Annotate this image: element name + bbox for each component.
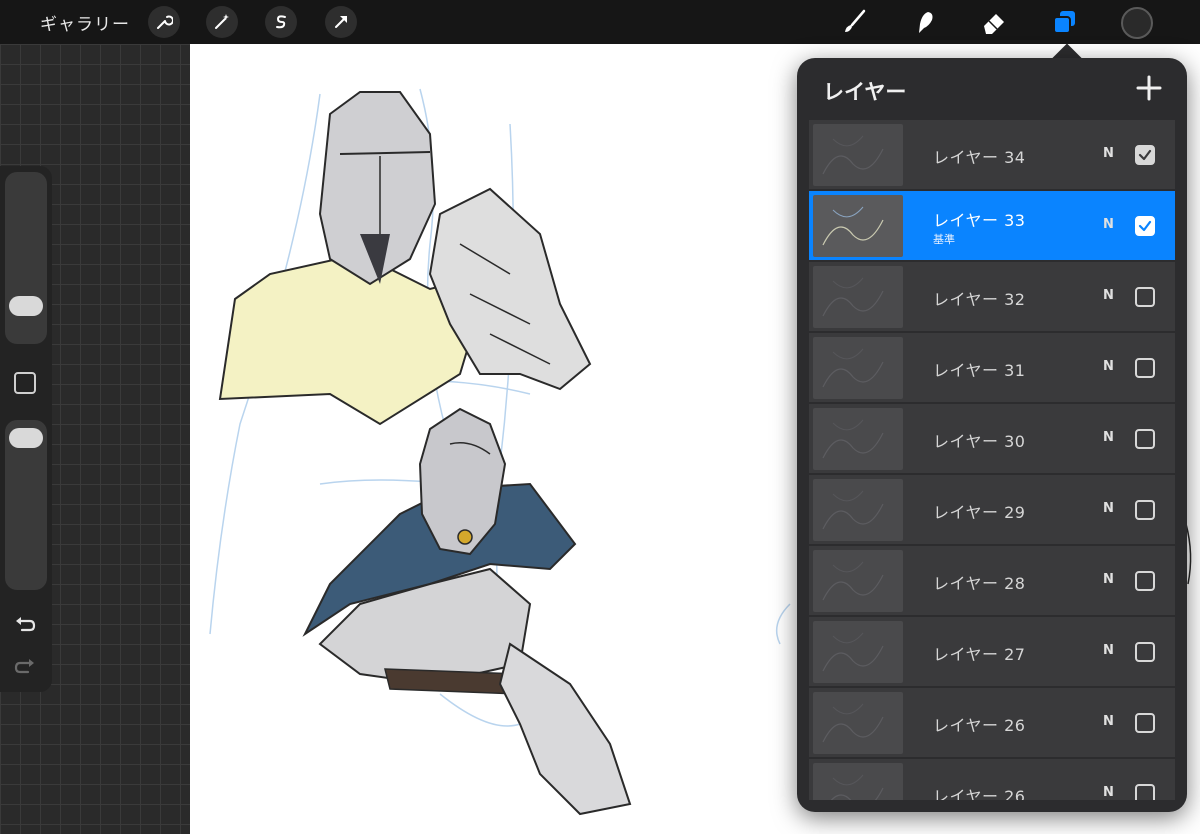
layer-thumbnail bbox=[813, 337, 903, 399]
layer-thumbnail bbox=[813, 479, 903, 541]
top-toolbar: ギャラリー bbox=[0, 0, 1200, 44]
blend-mode-button[interactable]: N bbox=[1103, 572, 1114, 587]
layer-thumbnail bbox=[813, 692, 903, 754]
brush-icon[interactable] bbox=[836, 4, 872, 40]
visibility-checkbox[interactable] bbox=[1135, 145, 1155, 165]
layer-name: レイヤー 34 bbox=[933, 148, 1026, 167]
visibility-checkbox[interactable] bbox=[1135, 216, 1155, 236]
layer-thumbnail bbox=[813, 195, 903, 257]
blend-mode-button[interactable]: N bbox=[1103, 217, 1114, 232]
layer-row[interactable]: レイヤー 30 N bbox=[809, 404, 1175, 474]
blend-mode-button[interactable]: N bbox=[1103, 714, 1114, 729]
brush-size-thumb[interactable] bbox=[9, 296, 43, 316]
layer-row[interactable]: レイヤー 33 基準 N bbox=[809, 191, 1175, 261]
layer-row[interactable]: レイヤー 28 N bbox=[809, 546, 1175, 616]
transform-arrow-icon[interactable] bbox=[325, 6, 357, 38]
smudge-icon[interactable] bbox=[906, 4, 942, 40]
layer-name: レイヤー 26 bbox=[933, 716, 1026, 735]
layer-name: レイヤー 26 bbox=[933, 787, 1026, 800]
visibility-checkbox[interactable] bbox=[1135, 713, 1155, 733]
layer-row[interactable]: レイヤー 32 N bbox=[809, 262, 1175, 332]
selection-s-icon[interactable] bbox=[265, 6, 297, 38]
layer-thumbnail bbox=[813, 408, 903, 470]
opacity-slider[interactable] bbox=[5, 420, 47, 590]
plus-icon[interactable] bbox=[1133, 72, 1165, 104]
layer-name: レイヤー 32 bbox=[933, 290, 1026, 309]
wrench-icon[interactable] bbox=[148, 6, 180, 38]
opacity-thumb[interactable] bbox=[9, 428, 43, 448]
layer-list: レイヤー 34 N レイヤー 33 基準 N レイヤー 32 N レイヤー 31 N レイヤー 3… bbox=[809, 120, 1175, 800]
visibility-checkbox[interactable] bbox=[1135, 287, 1155, 307]
layer-row[interactable]: レイヤー 26 N bbox=[809, 688, 1175, 758]
left-sidebar bbox=[0, 166, 52, 692]
panel-title: レイヤー bbox=[823, 80, 907, 104]
layer-row[interactable]: レイヤー 29 N bbox=[809, 475, 1175, 545]
visibility-checkbox[interactable] bbox=[1135, 642, 1155, 662]
blend-mode-button[interactable]: N bbox=[1103, 501, 1114, 516]
layer-sublabel: 基準 bbox=[933, 233, 955, 246]
layer-name: レイヤー 29 bbox=[933, 503, 1026, 522]
blend-mode-button[interactable]: N bbox=[1103, 643, 1114, 658]
layer-row[interactable]: レイヤー 26 N bbox=[809, 759, 1175, 800]
gallery-button[interactable]: ギャラリー bbox=[40, 10, 130, 35]
layer-name: レイヤー 30 bbox=[933, 432, 1026, 451]
layer-thumbnail bbox=[813, 124, 903, 186]
blend-mode-button[interactable]: N bbox=[1103, 785, 1114, 800]
layer-thumbnail bbox=[813, 763, 903, 800]
layer-name: レイヤー 28 bbox=[933, 574, 1026, 593]
layer-row[interactable]: レイヤー 31 N bbox=[809, 333, 1175, 403]
layer-name: レイヤー 27 bbox=[933, 645, 1026, 664]
layer-name: レイヤー 33 bbox=[933, 211, 1026, 230]
redo-icon[interactable] bbox=[10, 652, 40, 682]
visibility-checkbox[interactable] bbox=[1135, 784, 1155, 800]
visibility-checkbox[interactable] bbox=[1135, 429, 1155, 449]
magic-wand-icon[interactable] bbox=[206, 6, 238, 38]
checkmark-icon bbox=[1138, 149, 1152, 161]
brush-size-slider[interactable] bbox=[5, 172, 47, 344]
layer-thumbnail bbox=[813, 621, 903, 683]
visibility-checkbox[interactable] bbox=[1135, 500, 1155, 520]
blend-mode-button[interactable]: N bbox=[1103, 430, 1114, 445]
visibility-checkbox[interactable] bbox=[1135, 571, 1155, 591]
blend-mode-button[interactable]: N bbox=[1103, 146, 1114, 161]
checkmark-icon bbox=[1138, 220, 1152, 232]
layer-row[interactable]: レイヤー 27 N bbox=[809, 617, 1175, 687]
layers-panel: レイヤー レイヤー 34 N レイヤー 33 基準 N レイヤー 32 N レイヤー 31 N レ… bbox=[797, 58, 1187, 812]
blend-mode-button[interactable]: N bbox=[1103, 359, 1114, 374]
color-picker-button[interactable] bbox=[1121, 7, 1153, 39]
blend-mode-button[interactable]: N bbox=[1103, 288, 1114, 303]
visibility-checkbox[interactable] bbox=[1135, 358, 1155, 378]
eraser-icon[interactable] bbox=[976, 4, 1012, 40]
layer-row[interactable]: レイヤー 34 N bbox=[809, 120, 1175, 190]
layer-thumbnail bbox=[813, 550, 903, 612]
modify-button[interactable] bbox=[14, 372, 36, 394]
layers-icon[interactable] bbox=[1046, 4, 1082, 40]
layer-name: レイヤー 31 bbox=[933, 361, 1026, 380]
undo-icon[interactable] bbox=[10, 610, 40, 640]
layer-thumbnail bbox=[813, 266, 903, 328]
